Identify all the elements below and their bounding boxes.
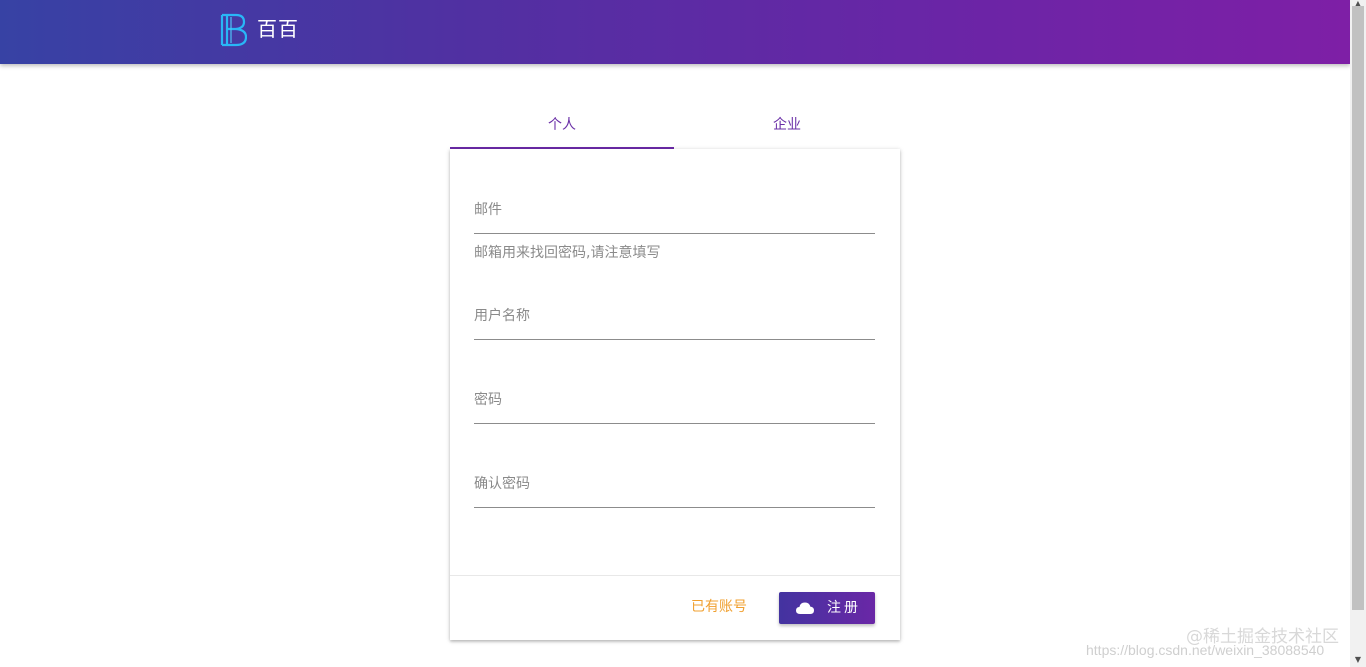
card-divider <box>450 575 900 576</box>
register-button-label: 注册 <box>827 600 861 616</box>
scroll-thumb[interactable] <box>1352 6 1364 610</box>
account-type-tabs: 个人 企业 <box>450 104 900 149</box>
watermark-site: @稀土掘金技术社区 <box>1186 627 1339 647</box>
tab-company[interactable]: 企业 <box>675 104 899 147</box>
email-field[interactable]: 邮件 <box>474 198 875 234</box>
tab-personal[interactable]: 个人 <box>450 104 674 147</box>
email-hint: 邮箱用来找回密码,请注意填写 <box>474 245 661 261</box>
register-card: 邮件 邮箱用来找回密码,请注意填写 用户名称 密码 确认密码 已有账号 注册 <box>450 149 900 640</box>
password-field[interactable]: 密码 <box>474 388 875 424</box>
username-underline <box>474 339 875 340</box>
confirm-password-input[interactable] <box>474 472 875 504</box>
username-input[interactable] <box>474 304 875 336</box>
register-button[interactable]: 注册 <box>779 592 875 624</box>
scroll-down-arrow-icon[interactable]: ▼ <box>1353 656 1363 664</box>
email-underline <box>474 233 875 234</box>
email-input[interactable] <box>474 198 875 230</box>
confirm-password-underline <box>474 507 875 508</box>
existing-account-link[interactable]: 已有账号 <box>691 595 747 619</box>
b-logo-icon[interactable] <box>219 13 247 47</box>
password-input[interactable] <box>474 388 875 420</box>
username-field[interactable]: 用户名称 <box>474 304 875 340</box>
app-header: 百百 <box>0 0 1350 64</box>
brand-name[interactable]: 百百 <box>257 15 299 43</box>
page: 百百 ▲ ▼ 个人 企业 邮件 邮箱用来找回密码,请注意填写 用户名称 密码 确… <box>0 0 1366 667</box>
page-scrollbar[interactable]: ▲ ▼ <box>1350 0 1366 667</box>
confirm-password-field[interactable]: 确认密码 <box>474 472 875 508</box>
cloud-icon <box>796 602 814 614</box>
password-underline <box>474 423 875 424</box>
